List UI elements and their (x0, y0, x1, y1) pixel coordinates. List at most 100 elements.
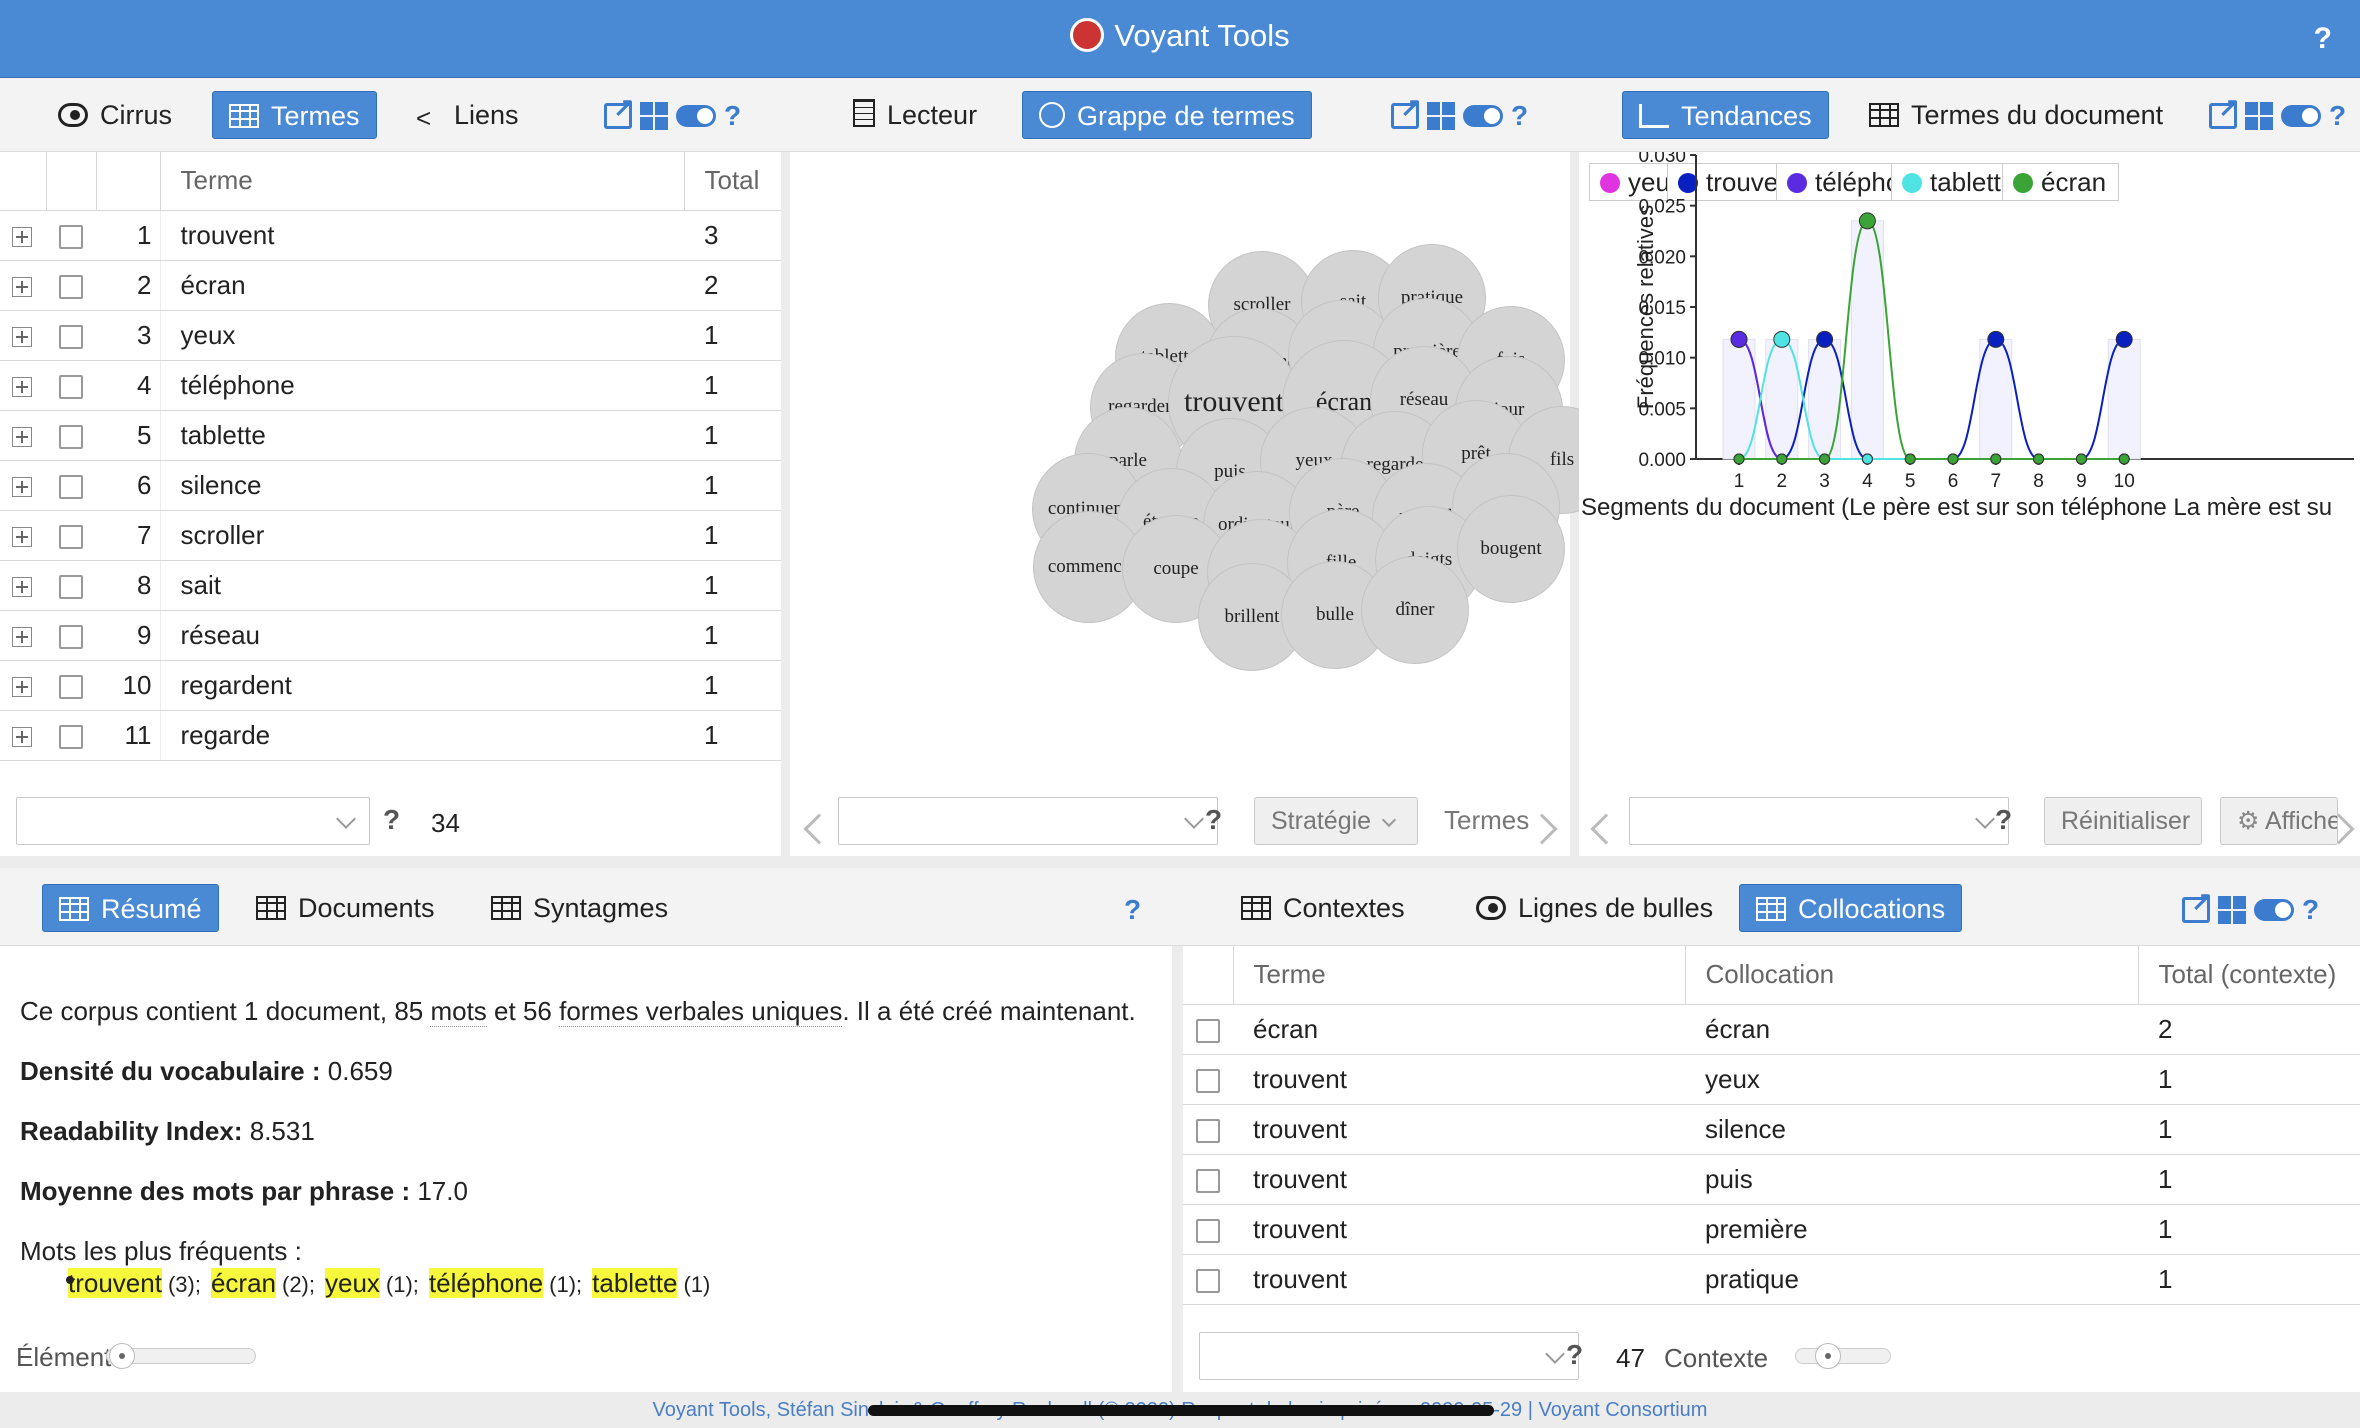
frequent-term-link[interactable]: yeux (325, 1268, 380, 1298)
tab-lecteur[interactable]: Lecteur (837, 91, 993, 139)
expand-icon[interactable] (12, 626, 32, 647)
table-row[interactable]: 9 réseau 1 (0, 610, 781, 661)
table-row[interactable]: 3 yeux 1 (0, 310, 781, 361)
tab-documents[interactable]: Documents (240, 884, 451, 932)
table-row[interactable]: 4 téléphone 1 (0, 360, 781, 411)
tab-collocations[interactable]: Collocations (1739, 884, 1963, 932)
tab-syntagmes[interactable]: Syntagmes (475, 884, 684, 932)
toggle-icon[interactable] (676, 104, 716, 127)
term-bubble[interactable]: dîner (1361, 556, 1469, 664)
help-icon[interactable]: ? (1566, 1339, 1583, 1371)
table-row[interactable]: 2 écran 2 (0, 260, 781, 311)
expand-icon[interactable] (12, 276, 32, 297)
data-point[interactable] (1861, 453, 1873, 465)
row-checkbox[interactable] (1196, 1068, 1220, 1093)
table-row[interactable]: 6 silence 1 (0, 460, 781, 511)
tab-lignes-de-bulles[interactable]: Lignes de bulles (1460, 884, 1729, 932)
table-row[interactable]: 7 scroller 1 (0, 510, 781, 561)
strategy-button[interactable]: Stratégie (1254, 797, 1418, 845)
expand-icon[interactable] (12, 376, 32, 397)
windows-icon[interactable] (2218, 895, 2246, 924)
expand-icon[interactable] (12, 476, 32, 497)
export-icon[interactable] (2209, 92, 2240, 129)
expand-icon[interactable] (12, 226, 32, 247)
search-input[interactable] (1199, 1332, 1579, 1380)
context-slider[interactable] (1795, 1343, 1891, 1369)
row-checkbox[interactable] (59, 524, 83, 549)
tab-cirrus[interactable]: Cirrus (42, 91, 188, 139)
row-checkbox[interactable] (59, 274, 83, 299)
tab-grappe-de-termes[interactable]: Grappe de termes (1022, 91, 1312, 139)
frequent-term-link[interactable]: écran (210, 1268, 276, 1298)
data-point[interactable] (1730, 330, 1748, 348)
elements-slider[interactable] (106, 1343, 256, 1369)
data-point[interactable] (1904, 453, 1916, 465)
toggle-icon[interactable] (2281, 104, 2321, 127)
help-icon[interactable]: ? (1995, 804, 2012, 836)
table-row[interactable]: trouvent pratique 1 (1183, 1254, 2360, 1305)
data-point[interactable] (1947, 453, 1959, 465)
display-button[interactable]: ⚙ Afficher (2220, 797, 2338, 845)
table-row[interactable]: 5 tablette 1 (0, 410, 781, 461)
row-checkbox[interactable] (1196, 1118, 1220, 1143)
row-checkbox[interactable] (59, 374, 83, 399)
data-point[interactable] (1773, 330, 1791, 348)
help-icon[interactable]: ? (2302, 894, 2319, 926)
expand-icon[interactable] (12, 576, 32, 597)
tab-tendances[interactable]: Tendances (1622, 91, 1829, 139)
data-point[interactable] (1987, 330, 2005, 348)
help-icon[interactable]: ? (724, 100, 741, 132)
table-row[interactable]: 1 trouvent 3 (0, 210, 781, 261)
data-point[interactable] (1858, 212, 1876, 230)
row-checkbox[interactable] (59, 424, 83, 449)
frequent-term-link[interactable]: trouvent (68, 1268, 162, 1298)
data-point[interactable] (1816, 330, 1834, 348)
terms-label[interactable]: Termes (1444, 805, 1532, 836)
slider-handle[interactable] (1815, 1343, 1842, 1369)
expand-icon[interactable] (12, 526, 32, 547)
data-point[interactable] (2075, 453, 2087, 465)
column-header-total[interactable]: Total (684, 152, 781, 211)
row-checkbox[interactable] (59, 724, 83, 749)
row-checkbox[interactable] (1196, 1218, 1220, 1243)
search-input[interactable] (16, 797, 370, 845)
row-checkbox[interactable] (59, 574, 83, 599)
expand-icon[interactable] (12, 326, 32, 347)
prev-chevron-icon[interactable] (1590, 813, 1622, 845)
slider-handle[interactable] (109, 1343, 135, 1369)
help-icon[interactable]: ? (1124, 894, 1141, 926)
data-point[interactable] (2118, 453, 2130, 465)
data-point[interactable] (1776, 453, 1788, 465)
help-icon[interactable]: ? (2329, 100, 2346, 132)
help-icon[interactable]: ? (383, 804, 400, 836)
frequent-term-link[interactable]: tablette (592, 1268, 678, 1298)
term-bubble[interactable]: bougent (1457, 495, 1565, 603)
table-row[interactable]: trouvent première 1 (1183, 1204, 2360, 1255)
expand-icon[interactable] (12, 426, 32, 447)
table-row[interactable]: écran écran 2 (1183, 1004, 2360, 1055)
table-row[interactable]: 8 sait 1 (0, 560, 781, 611)
tab-contextes[interactable]: Contextes (1225, 884, 1421, 932)
search-input[interactable] (838, 797, 1218, 845)
tab-liens[interactable]: < Liens (400, 91, 535, 139)
table-row[interactable]: 11 regarde 1 (0, 710, 781, 761)
data-point[interactable] (1990, 453, 2002, 465)
row-checkbox[interactable] (59, 224, 83, 249)
prev-chevron-icon[interactable] (803, 813, 835, 845)
export-icon[interactable] (1391, 92, 1422, 129)
frequent-term-link[interactable]: téléphone (428, 1268, 544, 1298)
column-header-term[interactable]: Terme (1233, 946, 1686, 1005)
table-row[interactable]: trouvent silence 1 (1183, 1104, 2360, 1155)
table-row[interactable]: trouvent puis 1 (1183, 1154, 2360, 1205)
expand-icon[interactable] (12, 726, 32, 747)
row-checkbox[interactable] (1196, 1018, 1220, 1043)
export-icon[interactable] (604, 92, 635, 129)
table-row[interactable]: 10 regardent 1 (0, 660, 781, 711)
unique-forms-link[interactable]: formes verbales uniques (559, 996, 843, 1027)
data-point[interactable] (1733, 453, 1745, 465)
tab-termes-du-document[interactable]: Termes du document (1853, 91, 2179, 139)
reset-button[interactable]: Réinitialiser (2044, 797, 2202, 845)
column-header-total-context[interactable]: Total (contexte) (2138, 946, 2360, 1005)
help-icon[interactable]: ? (1511, 100, 1528, 132)
windows-icon[interactable] (640, 101, 668, 130)
